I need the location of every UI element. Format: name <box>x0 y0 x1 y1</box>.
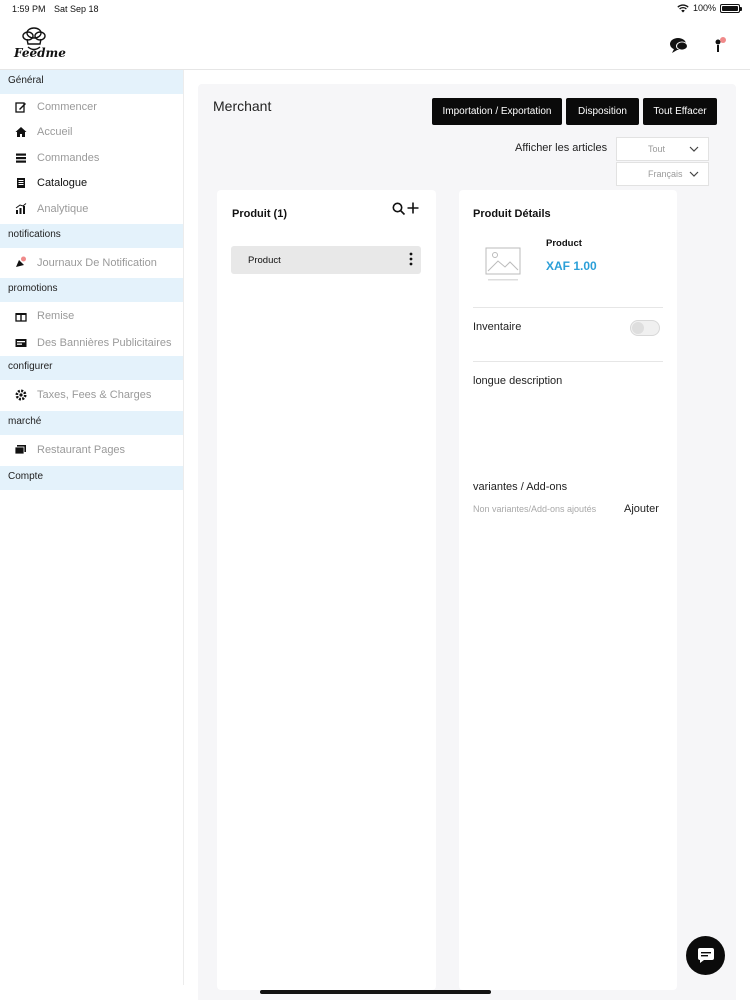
sidebar-item-remise[interactable]: Remise <box>0 302 183 330</box>
app-header: Feedme <box>0 18 750 70</box>
products-panel: Produit (1) Product <box>217 190 436 990</box>
sidebar-item-accueil[interactable]: Accueil <box>0 120 183 146</box>
add-variant-button[interactable]: Ajouter <box>624 503 659 515</box>
sidebar-item-label: Commandes <box>37 151 100 164</box>
variants-label: variantes / Add-ons <box>473 481 568 493</box>
inventory-toggle[interactable] <box>630 320 660 336</box>
notification-person-icon[interactable] <box>708 34 730 56</box>
sidebar-section-general: Général <box>0 70 183 94</box>
gear-icon <box>14 389 27 402</box>
sidebar-item-label: Des Bannières Publicitaires <box>37 336 172 349</box>
sidebar-item-catalogue[interactable]: Catalogue <box>0 171 183 197</box>
sidebar-item-label: Remise <box>37 309 75 322</box>
edit-icon <box>14 100 27 113</box>
filter-label: Afficher les articles <box>515 142 608 154</box>
list-icon <box>14 151 27 164</box>
sidebar-item-label: Taxes, Fees & Charges <box>37 389 152 401</box>
sidebar-section-marche: marché <box>0 410 183 435</box>
chevron-down-icon <box>689 146 699 152</box>
image-placeholder-icon[interactable] <box>483 240 523 286</box>
filter-select-value: Tout <box>648 144 666 154</box>
notification-icon <box>14 256 27 269</box>
product-name: Product <box>546 238 582 249</box>
chat-bubbles-icon[interactable] <box>668 34 690 56</box>
product-item-label: Product <box>248 255 281 266</box>
filter-select[interactable]: Tout <box>616 137 709 161</box>
chat-icon <box>697 948 714 963</box>
sidebar-item-label: Restaurant Pages <box>37 444 126 456</box>
add-icon[interactable] <box>407 202 419 214</box>
status-bar: 1:59 PM Sat Sep 18 100% <box>0 0 750 18</box>
home-indicator[interactable] <box>260 990 491 994</box>
sidebar-item-commandes[interactable]: Commandes <box>0 145 183 171</box>
status-time: 1:59 PM <box>12 4 46 14</box>
sidebar-item-restaurant-pages[interactable]: Restaurant Pages <box>0 435 183 466</box>
product-price: XAF 1.00 <box>546 259 597 273</box>
clear-all-button[interactable]: Tout Effacer <box>643 98 717 125</box>
banner-icon <box>14 336 27 349</box>
sidebar-item-bannieres[interactable]: Des Bannières Publicitaires <box>0 330 183 356</box>
chat-button[interactable] <box>686 936 725 975</box>
sidebar-item-label: Catalogue <box>37 177 88 190</box>
sidebar-item-analytique[interactable]: Analytique <box>0 196 183 222</box>
sidebar-item-label: Analytique <box>37 202 89 215</box>
product-list-item[interactable]: Product <box>231 246 421 274</box>
chevron-down-icon <box>689 171 699 177</box>
home-icon <box>14 126 27 139</box>
battery-icon <box>720 3 742 13</box>
sidebar-item-label: Commencer <box>37 100 97 113</box>
long-description-label: longue description <box>473 375 563 387</box>
pages-icon <box>14 444 27 457</box>
inventory-label: Inventaire <box>473 321 522 333</box>
main-content: Merchant Importation / Exportation Dispo… <box>184 70 750 1000</box>
sidebar-section-notifications: notifications <box>0 223 183 248</box>
search-icon[interactable] <box>392 202 406 216</box>
gift-icon <box>14 309 27 322</box>
sidebar-item-commencer[interactable]: Commencer <box>0 94 183 120</box>
sidebar: Général Commencer Accueil Commandes Cata… <box>0 70 184 985</box>
import-export-button[interactable]: Importation / Exportation <box>432 98 562 125</box>
details-title: Produit Détails <box>473 208 551 220</box>
page-title: Merchant <box>213 98 272 114</box>
divider <box>473 361 663 362</box>
language-select-value: Français <box>648 169 683 179</box>
language-select[interactable]: Français <box>616 162 709 186</box>
no-variants-text: Non variantes/Add-ons ajoutés <box>473 504 597 514</box>
sidebar-section-promotions: promotions <box>0 277 183 302</box>
status-date: Sat Sep 18 <box>54 4 99 14</box>
sidebar-item-label: Accueil <box>37 126 73 139</box>
status-right: 100% <box>677 3 742 13</box>
logo-text: Feedme <box>14 46 66 60</box>
sidebar-section-configurer: configurer <box>0 355 183 380</box>
sidebar-section-compte[interactable]: Compte <box>0 465 183 490</box>
sidebar-item-taxes[interactable]: Taxes, Fees & Charges <box>0 380 183 411</box>
products-title: Produit (1) <box>232 208 287 220</box>
battery-percent: 100% <box>692 3 716 13</box>
product-details-panel: Produit Détails Product XAF 1.00 Inventa… <box>459 190 677 990</box>
sidebar-item-journaux[interactable]: Journaux De Notification <box>0 248 183 278</box>
wifi-icon <box>677 3 689 12</box>
more-options-icon[interactable] <box>409 252 413 266</box>
divider <box>473 307 663 308</box>
book-icon <box>14 177 27 190</box>
sidebar-item-label: Journaux De Notification <box>37 256 157 269</box>
chart-icon <box>14 202 27 215</box>
layout-button[interactable]: Disposition <box>566 98 639 125</box>
